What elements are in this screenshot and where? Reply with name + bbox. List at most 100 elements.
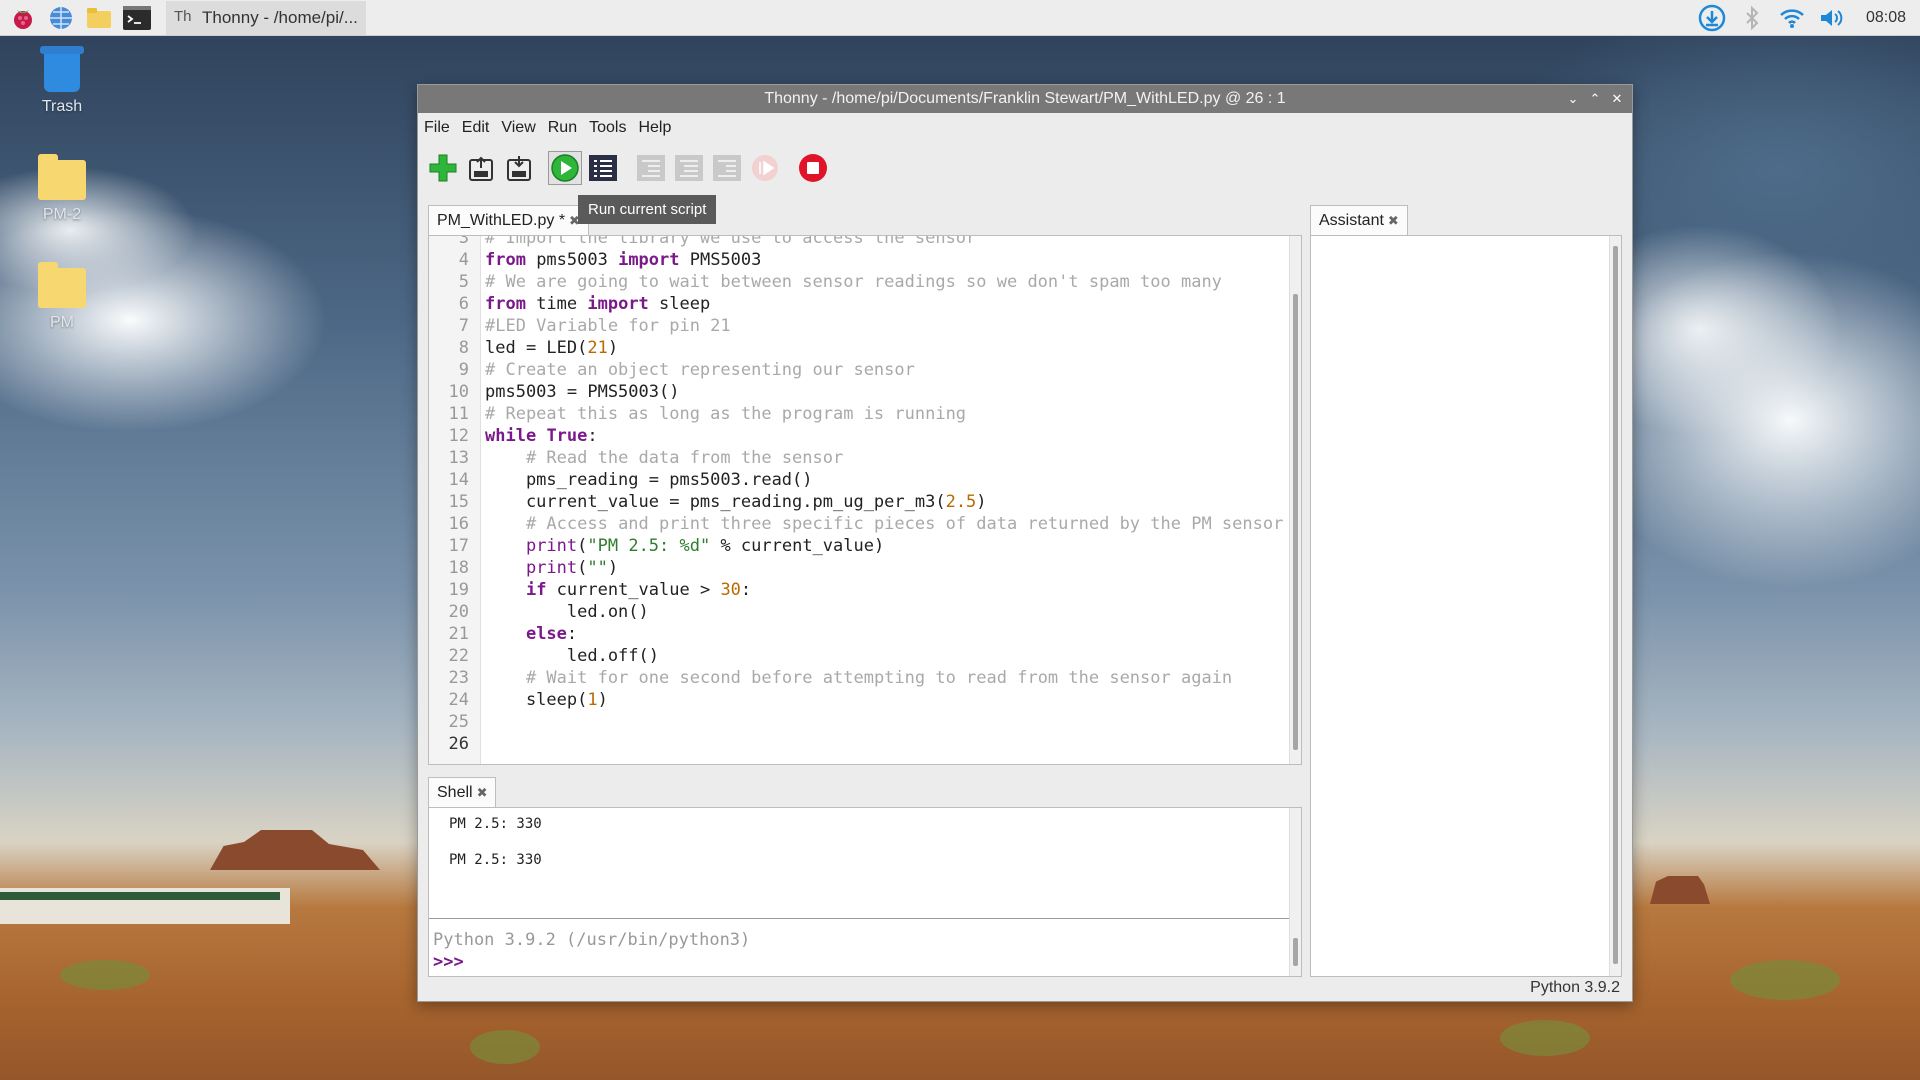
folder-icon — [38, 262, 86, 308]
status-python-version[interactable]: Python 3.9.2 — [1530, 979, 1620, 997]
tab-editor-file[interactable]: PM_WithLED.py * ✖ — [428, 205, 589, 235]
code-line[interactable]: #LED Variable for pin 21 — [485, 315, 731, 337]
save-file-button[interactable] — [502, 151, 536, 185]
close-tab-icon[interactable]: ✖ — [477, 785, 488, 801]
desktop-icon-trash[interactable]: Trash — [28, 44, 96, 116]
line-number: 24 — [448, 690, 469, 710]
debug-button[interactable] — [586, 151, 620, 185]
code-line[interactable]: # Read the data from the sensor — [485, 447, 843, 469]
line-number: 11 — [448, 404, 469, 424]
web-browser-icon[interactable] — [46, 3, 76, 33]
shell-banner: Python 3.9.2 (/usr/bin/python3) — [433, 930, 751, 950]
new-file-button[interactable] — [426, 151, 460, 185]
code-line[interactable]: # Wait for one second before attempting … — [485, 667, 1232, 689]
folder-icon — [38, 154, 86, 200]
desktop-icon-pm[interactable]: PM — [28, 262, 96, 332]
wifi-icon[interactable] — [1772, 0, 1812, 36]
open-file-button[interactable] — [464, 151, 498, 185]
raspberry-menu-icon[interactable] — [8, 3, 38, 33]
editor-scrollbar[interactable] — [1289, 236, 1301, 764]
shell-prompt[interactable]: >>> — [433, 952, 464, 972]
step-into-button[interactable] — [672, 151, 706, 185]
scrollbar-thumb[interactable] — [1293, 294, 1298, 750]
volume-icon[interactable] — [1812, 0, 1852, 36]
maximize-icon[interactable]: ⌃ — [1584, 91, 1606, 107]
code-line[interactable]: led.on() — [485, 601, 649, 623]
window-titlebar[interactable]: Thonny - /home/pi/Documents/Franklin Ste… — [418, 85, 1632, 113]
taskbar: Th Thonny - /home/pi/... 08:08 — [0, 0, 1920, 36]
resume-icon — [752, 155, 778, 181]
shell-output-line: PM 2.5: 330 — [449, 852, 542, 868]
menu-help[interactable]: Help — [638, 119, 671, 137]
code-editor[interactable]: 3 4 5 6 7 8 9 10 11 12 13 14 15 16 17 18 19 20 21 22 23 24 25 2… — [428, 235, 1302, 765]
stop-button[interactable] — [796, 151, 830, 185]
assistant-scrollbar[interactable] — [1609, 236, 1621, 976]
desktop-icon-label: PM-2 — [42, 206, 82, 223]
tab-assistant[interactable]: Assistant ✖ — [1310, 205, 1408, 235]
code-line[interactable]: from pms5003 import PMS5003 — [485, 249, 761, 271]
code-line[interactable]: from time import sleep — [485, 293, 710, 315]
code-line[interactable]: # Repeat this as long as the program is … — [485, 403, 966, 425]
thonny-task-button[interactable]: Th Thonny - /home/pi/... — [166, 0, 366, 35]
line-number: 4 — [458, 250, 469, 270]
bluetooth-icon[interactable] — [1732, 0, 1772, 36]
code-line[interactable]: led = LED(21) — [485, 337, 618, 359]
close-icon[interactable]: ✕ — [1606, 91, 1628, 107]
step-out-button[interactable] — [710, 151, 744, 185]
code-line[interactable]: led.off() — [485, 645, 659, 667]
menu-tools[interactable]: Tools — [589, 119, 626, 137]
shell-output-line: PM 2.5: 330 — [449, 816, 542, 832]
save-icon — [507, 156, 531, 181]
assistant-panel[interactable] — [1310, 235, 1622, 977]
update-download-icon[interactable] — [1692, 0, 1732, 36]
code-line[interactable]: # Access and print three specific pieces… — [485, 513, 1283, 535]
resume-button[interactable] — [748, 151, 782, 185]
line-number: 12 — [448, 426, 469, 446]
close-tab-icon[interactable]: ✖ — [1388, 213, 1399, 229]
system-tray: 08:08 — [1692, 0, 1920, 36]
shell-divider — [429, 918, 1291, 919]
menu-file[interactable]: File — [424, 119, 450, 137]
line-number: 7 — [458, 316, 469, 336]
scrollbar-thumb[interactable] — [1613, 246, 1618, 964]
line-number: 20 — [448, 602, 469, 622]
code-line[interactable]: pms_reading = pms5003.read() — [485, 469, 813, 491]
code-line[interactable]: pms5003 = PMS5003() — [485, 381, 679, 403]
desktop-icon-pm-2[interactable]: PM-2 — [28, 154, 96, 224]
step-into-icon — [675, 155, 703, 181]
terminal-icon[interactable] — [122, 3, 152, 33]
line-number: 9 — [458, 360, 469, 380]
minimize-icon[interactable]: ⌄ — [1562, 91, 1584, 107]
line-number: 17 — [448, 536, 469, 556]
plus-icon — [429, 154, 457, 182]
task-title: Thonny - /home/pi/... — [202, 7, 358, 27]
step-over-button[interactable] — [634, 151, 668, 185]
line-number-gutter: 3 4 5 6 7 8 9 10 11 12 13 14 15 16 17 18 19 20 21 22 23 24 25 2… — [429, 236, 481, 764]
scrollbar-thumb[interactable] — [1293, 938, 1298, 966]
run-button[interactable] — [548, 151, 582, 185]
menu-run[interactable]: Run — [548, 119, 577, 137]
menu-view[interactable]: View — [501, 119, 535, 137]
menubar: File Edit View Run Tools Help — [418, 113, 1632, 143]
file-manager-icon[interactable] — [84, 3, 114, 33]
menu-edit[interactable]: Edit — [462, 119, 490, 137]
code-line[interactable]: while True: — [485, 425, 598, 447]
code-line[interactable]: # Import the library we use to access th… — [485, 236, 976, 249]
debug-icon — [589, 155, 617, 181]
code-line[interactable]: else: — [485, 623, 577, 645]
code-line[interactable]: print("PM 2.5: %d" % current_value) — [485, 535, 884, 557]
step-out-icon — [713, 155, 741, 181]
code-line[interactable]: # We are going to wait between sensor re… — [485, 271, 1222, 293]
code-line[interactable]: print("") — [485, 557, 618, 579]
tab-label: PM_WithLED.py * — [437, 211, 566, 229]
line-number: 19 — [448, 580, 469, 600]
code-line[interactable]: current_value = pms_reading.pm_ug_per_m3… — [485, 491, 987, 513]
code-line[interactable]: if current_value > 30: — [485, 579, 751, 601]
line-number: 23 — [448, 668, 469, 688]
code-line[interactable]: # Create an object representing our sens… — [485, 359, 915, 381]
shell-panel[interactable]: PM 2.5: 330 PM 2.5: 330 Python 3.9.2 (/u… — [428, 807, 1302, 977]
tab-shell[interactable]: Shell ✖ — [428, 777, 497, 807]
code-line[interactable]: sleep(1) — [485, 689, 608, 711]
clock[interactable]: 08:08 — [1852, 9, 1920, 27]
shell-scrollbar[interactable] — [1289, 808, 1301, 976]
